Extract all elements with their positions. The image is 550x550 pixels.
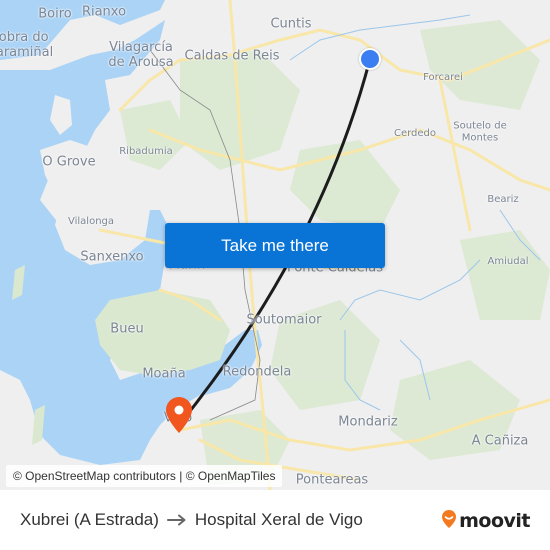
route-title: Xubrei (A Estrada) Hospital Xeral de Vig… [20,510,363,530]
place-label-mondariz: Mondariz [338,414,398,430]
moovit-wordmark: moovit [459,510,530,532]
place-label-amiudal: Amiudal [487,256,529,267]
place-label-forcarei: Forcarei [423,72,463,83]
place-label-cerdedo: Cerdedo [393,128,437,139]
moovit-logo: moovit [441,509,530,533]
place-label-pobra-do-caraminal: Pobra do Caramiñal [0,30,54,60]
place-label-boiro: Boiro [38,6,72,22]
place-label-soutelo-de-montes: Soutelo de Montes [453,120,507,144]
origin-name: Xubrei (A Estrada) [20,510,159,529]
map-attribution[interactable]: © OpenStreetMap contributors | © OpenMap… [6,465,283,487]
place-label-ponteareas: Ponteareas [295,472,369,488]
place-label-ribadumia: Ribadumia [119,146,173,157]
place-label-bueu: Bueu [110,321,144,337]
map[interactable]: Boiro Rianxo Pobra do Caramiñal Vilagarc… [0,0,550,490]
place-label-redondela: Redondela [222,364,292,380]
take-me-there-button[interactable]: Take me there [165,223,385,268]
place-label-rianxo: Rianxo [81,4,127,20]
place-label-sanxenxo: Sanxenxo [80,249,144,265]
place-label-caldas-de-reis: Caldas de Reis [184,48,280,64]
place-label-a-caniza: A Cañiza [471,433,529,449]
place-label-moana: Moaña [142,366,186,382]
place-label-o-grove: O Grove [42,154,96,170]
destination-name: Hospital Xeral de Vigo [194,510,363,529]
place-label-bearia: Beariz [487,194,519,205]
place-label-vilagarcia: Vilagarcía de Arousa [108,40,174,70]
place-label-vilalonga: Vilalonga [67,216,115,227]
land-o-grove [40,140,100,200]
place-label-cuntis: Cuntis [270,16,312,32]
arrow-right-icon [166,514,187,526]
destination-pin-icon[interactable] [165,396,193,434]
place-label-soutomaior: Soutomaior [246,312,322,328]
moovit-pin-icon [441,509,457,533]
origin-dot-icon[interactable] [359,48,381,70]
